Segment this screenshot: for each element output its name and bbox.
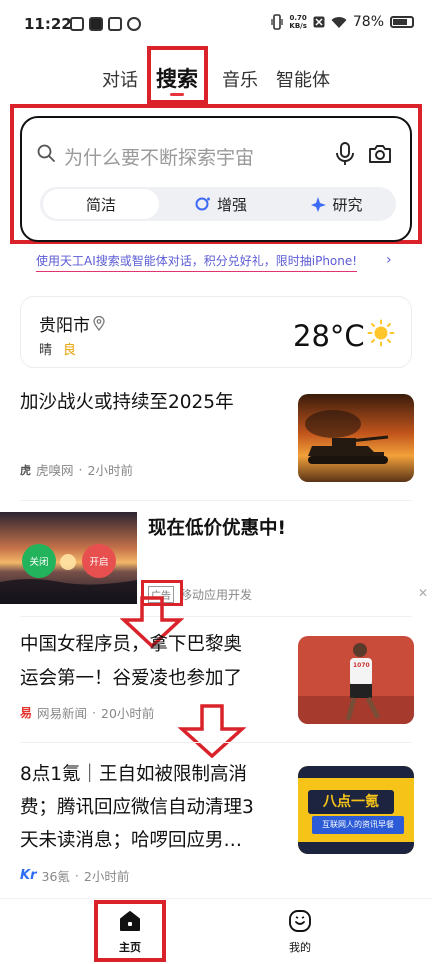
meta-dot: · — [78, 462, 83, 477]
net-speed-unit: KB/s — [289, 22, 307, 30]
promo-chevron-icon[interactable]: › — [386, 252, 392, 268]
news-title-line: 8点1氪｜王自如被限制高消 — [20, 764, 248, 785]
ad-open-button[interactable]: 开启 — [82, 544, 116, 578]
news-meta: 易 网易新闻 · 20小时前 — [20, 703, 154, 722]
sparkle-icon — [311, 196, 327, 212]
ad-title: 现在低价优惠中! — [148, 518, 286, 539]
annotation-box-search-tab — [147, 46, 208, 104]
battery-percent: 78% — [352, 14, 384, 30]
location-pin-icon — [93, 316, 105, 331]
weather-city: 贵阳市 — [39, 311, 105, 336]
thumb-title: 八点一氪 — [308, 790, 394, 814]
36kr-logo-icon: Kr — [20, 868, 37, 883]
news-title-line: 天未读消息；哈啰回应男… — [20, 830, 243, 851]
divider — [20, 500, 412, 501]
runner-bib: 1070 — [353, 662, 370, 669]
thumb-subtitle: 互联网人的资讯早餐 — [312, 816, 404, 834]
news-source: 网易新闻 — [37, 706, 88, 721]
notification-icons — [70, 17, 141, 31]
news-thumbnail: 八点一氪 互联网人的资讯早餐 — [298, 766, 414, 854]
annotation-box-home-nav — [94, 900, 166, 962]
mode-enhanced-label: 增强 — [216, 195, 247, 214]
news-title: 加沙战火或持续至2025年 — [20, 392, 234, 413]
news-meta: 虎 虎嗅网 · 2小时前 — [20, 460, 133, 479]
app-notification-icon — [70, 17, 84, 31]
top-tabs: 对话 搜索 音乐 智能体 — [0, 56, 432, 106]
ad-source: 移动应用开发 — [180, 588, 253, 602]
news-title-line: 费；腾讯回应微信自动清理3 — [20, 797, 254, 818]
meta-dot: · — [74, 868, 79, 883]
battery-icon — [390, 16, 414, 28]
divider — [20, 616, 412, 617]
tab-agents[interactable]: 智能体 — [276, 66, 330, 92]
x-icon — [313, 16, 325, 28]
news-time: 2小时前 — [87, 463, 133, 478]
wifi-icon — [331, 16, 347, 28]
sun-icon — [367, 319, 395, 347]
news-time: 20小时前 — [101, 706, 155, 721]
tab-chat[interactable]: 对话 — [102, 66, 138, 92]
mode-research[interactable]: 研究 — [280, 189, 393, 219]
profile-icon — [289, 910, 311, 932]
mode-concise-label: 简洁 — [85, 195, 116, 214]
air-quality: 良 — [63, 343, 77, 358]
nav-profile[interactable]: 我的 — [270, 909, 330, 955]
annotation-arrow-down-icon — [178, 704, 246, 758]
enhance-icon — [195, 197, 210, 210]
meta-dot: · — [92, 705, 97, 720]
mode-research-label: 研究 — [332, 195, 363, 214]
promo-link[interactable]: 使用天工AI搜索或智能体对话，积分兑好礼，限时抽iPhone! — [36, 252, 358, 272]
camera-icon[interactable] — [368, 144, 392, 164]
app-notification-icon — [127, 17, 141, 31]
tiktok-icon — [89, 17, 103, 31]
ad-image: 关闭 开启 — [0, 512, 137, 604]
status-time: 11:22 — [24, 15, 72, 33]
microphone-icon[interactable] — [334, 142, 356, 166]
news-meta: Kr 36氪 · 2小时前 — [20, 866, 129, 885]
tab-music[interactable]: 音乐 — [222, 66, 258, 92]
news-source: 虎嗅网 — [36, 463, 74, 478]
netease-logo-icon: 易 — [20, 706, 33, 720]
weather-card[interactable]: 贵阳市 晴 良 28°C — [20, 296, 412, 368]
news-time: 2小时前 — [83, 869, 130, 884]
mode-concise[interactable]: 简洁 — [43, 189, 159, 219]
nav-profile-label: 我的 — [289, 941, 311, 954]
search-input[interactable]: 为什么要不断探索宇宙 — [64, 143, 254, 170]
status-right: 0.70 KB/s 78% — [271, 14, 414, 30]
bottom-nav: 主页 我的 — [0, 898, 432, 964]
news-title-line: 运会第一！谷爱凌也参加了 — [20, 668, 243, 689]
news-source: 36氪 — [41, 869, 70, 884]
search-icon — [37, 144, 55, 162]
app-notification-icon — [108, 17, 122, 31]
status-bar: 11:22 0.70 KB/s 78% — [0, 0, 432, 50]
weather-city-name: 贵阳市 — [39, 316, 90, 336]
news-title-line: 中国女程序员，拿下巴黎奥 — [20, 634, 243, 655]
ad-close-button[interactable]: 关闭 — [22, 544, 56, 578]
news-thumbnail — [298, 394, 414, 482]
news-thumbnail: 1070 — [298, 636, 414, 724]
weather-condition: 晴 — [39, 343, 53, 358]
divider — [20, 742, 412, 743]
net-speed-value: 0.70 — [289, 14, 307, 22]
huxiu-logo-icon: 虎 — [20, 463, 31, 477]
network-speed: 0.70 KB/s — [289, 14, 306, 30]
search-mode-switch: 简洁 增强 研究 — [40, 187, 396, 221]
mode-enhanced[interactable]: 增强 — [163, 189, 279, 219]
search-card: 为什么要不断探索宇宙 简洁 增强 研究 — [20, 116, 412, 242]
dismiss-icon[interactable]: ✕ — [418, 586, 428, 600]
temperature: 28°C — [293, 319, 365, 353]
vibrate-icon — [271, 14, 284, 30]
